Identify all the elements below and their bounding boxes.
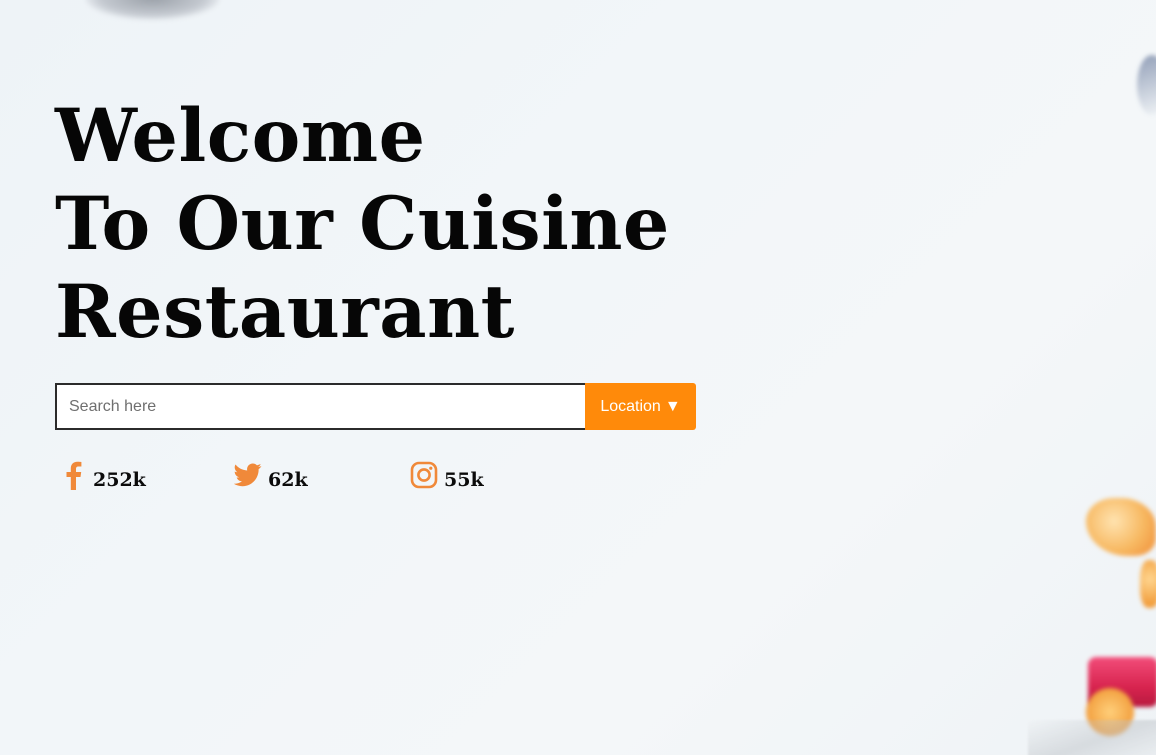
social-instagram-link[interactable]: 55k	[409, 458, 484, 492]
red-food-item	[1088, 657, 1156, 707]
hero-title-line-2: To Our Cuisine	[55, 181, 670, 267]
facebook-icon	[58, 458, 88, 492]
location-label: Location	[600, 397, 661, 415]
location-dropdown-button[interactable]: Location ▼	[585, 383, 696, 430]
twitter-count: 62k	[268, 469, 308, 491]
search-input[interactable]	[55, 383, 585, 430]
search-bar: Location ▼	[55, 383, 696, 430]
caret-down-icon: ▼	[664, 397, 681, 415]
hero-title: Welcome To Our Cuisine Restaurant	[55, 92, 670, 356]
hero-title-line-1: Welcome	[55, 93, 426, 179]
social-twitter-link[interactable]: 62k	[233, 458, 308, 492]
instagram-icon	[409, 458, 439, 492]
instagram-count: 55k	[444, 469, 484, 491]
food-chip-3	[1086, 688, 1134, 736]
hero-title-line-3: Restaurant	[55, 269, 515, 355]
twitter-icon	[233, 458, 263, 492]
facebook-count: 252k	[93, 469, 146, 491]
cutlery-blur	[1137, 55, 1156, 115]
food-chip-1	[1086, 498, 1156, 556]
social-facebook-link[interactable]: 252k	[58, 458, 146, 492]
plate-edge-blur	[85, 0, 220, 20]
food-chip-2	[1140, 560, 1156, 608]
napkin-edge	[1028, 720, 1156, 755]
